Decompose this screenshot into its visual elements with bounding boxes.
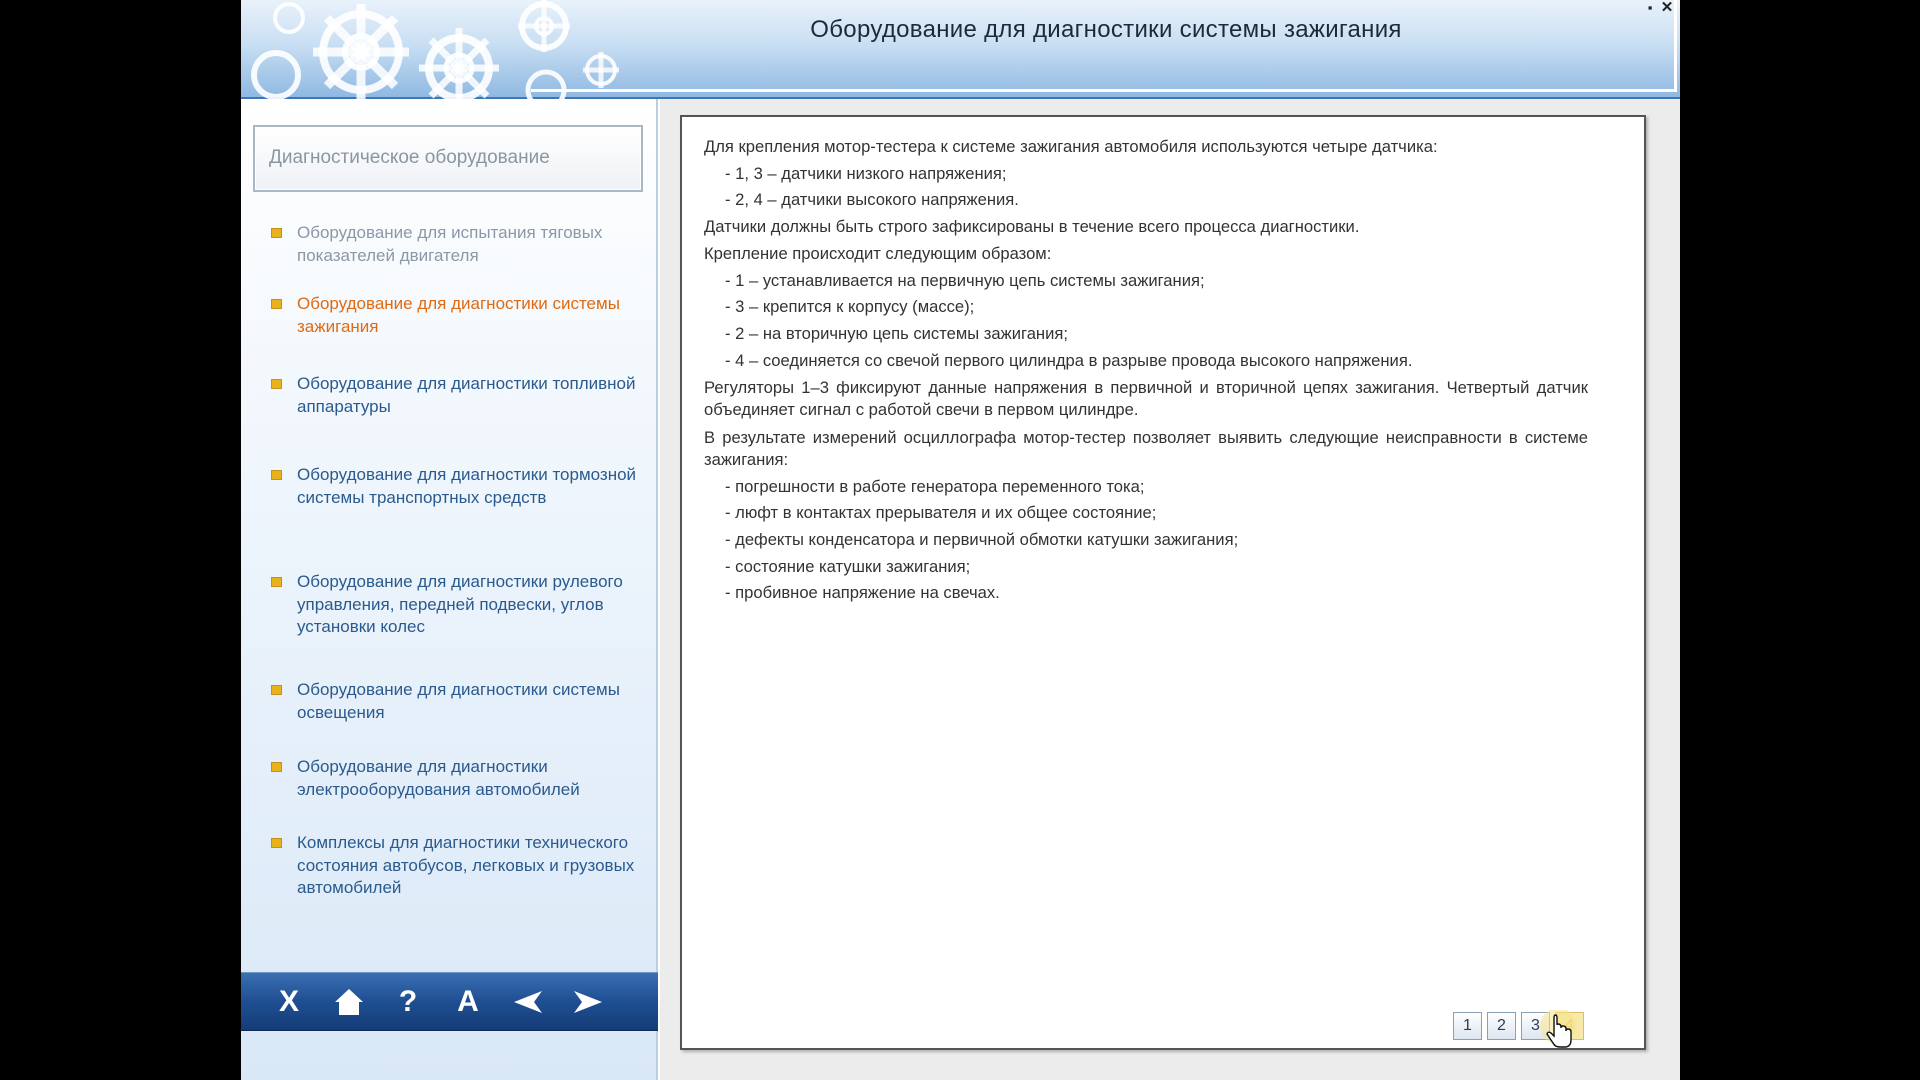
- sidebar: Диагностическое оборудование Оборудовани…: [241, 99, 658, 1080]
- home-icon: [335, 989, 363, 1015]
- app-window: Оборудование для диагностики системы заж…: [241, 0, 1680, 1080]
- bullet-icon: [271, 379, 282, 389]
- sidebar-section-title: Диагностическое оборудование: [253, 125, 643, 192]
- content-area: Для крепления мотор-тестера к системе за…: [660, 99, 1680, 1080]
- help-button[interactable]: ?: [386, 981, 430, 1023]
- text-line: - дефекты конденсатора и первичной обмот…: [725, 529, 1239, 549]
- text-line: - погрешности в работе генератора переме…: [725, 476, 1145, 496]
- text-line: Датчики должны быть строго зафиксированы…: [704, 217, 1360, 237]
- sidebar-item-label: Оборудование для испытания тяговых показ…: [297, 223, 603, 265]
- bullet-icon: [271, 762, 282, 772]
- header-bar: Оборудование для диагностики системы заж…: [241, 0, 1680, 99]
- font-button[interactable]: A: [446, 981, 490, 1023]
- content-page: Для крепления мотор-тестера к системе за…: [680, 115, 1646, 1050]
- navigation-toolbar: X ? A: [241, 972, 658, 1031]
- sidebar-item-label: Оборудование для диагностики топливной а…: [297, 374, 636, 416]
- text-paragraph: Регуляторы 1–3 фиксируют данные напряжен…: [704, 378, 1588, 420]
- home-button[interactable]: [327, 981, 371, 1023]
- exit-icon: X: [278, 985, 299, 1018]
- text-line: - 1 – устанавливается на первичную цепь …: [725, 270, 1205, 290]
- back-button[interactable]: [506, 981, 550, 1023]
- bullet-icon: [271, 838, 282, 848]
- sidebar-section-label: Диагностическое оборудование: [269, 147, 550, 168]
- page-title: Оборудование для диагностики системы заж…: [810, 16, 1402, 43]
- text-line: - люфт в контактах прерывателя и их обще…: [725, 503, 1157, 523]
- hand-cursor-icon: [1540, 1010, 1576, 1048]
- text-line: - 2 – на вторичную цепь системы зажигани…: [725, 323, 1068, 343]
- close-button[interactable]: ✕: [1660, 0, 1674, 15]
- minimize-button[interactable]: ▪: [1643, 1, 1657, 15]
- sidebar-item-label: Оборудование для диагностики системы заж…: [297, 294, 620, 336]
- bullet-icon: [271, 577, 282, 587]
- sidebar-item-label: Оборудование для диагностики рулевого уп…: [297, 572, 623, 636]
- arrow-left-icon: [514, 991, 542, 1013]
- help-icon: ?: [398, 985, 418, 1018]
- sidebar-item-label: Оборудование для диагностики электрообор…: [297, 757, 580, 799]
- bullet-icon: [271, 228, 282, 238]
- content-text: Для крепления мотор-тестера к системе за…: [704, 134, 1588, 607]
- page-button-2[interactable]: 2: [1487, 1012, 1516, 1040]
- page-button-1[interactable]: 1: [1453, 1012, 1482, 1040]
- bullet-icon: [271, 470, 282, 480]
- text-line: Для крепления мотор-тестера к системе за…: [704, 137, 1438, 156]
- text-line: - 3 – крепится к корпусу (массе);: [725, 297, 975, 317]
- text-line: Крепление происходит следующим образом:: [704, 243, 1052, 263]
- text-line: - 4 – соединяется со свечой первого цили…: [725, 350, 1413, 370]
- bullet-icon: [271, 299, 282, 309]
- text-line: - пробивное напряжение на свечах.: [725, 583, 1000, 603]
- header-frame: [531, 0, 1677, 92]
- sidebar-item-label: Оборудование для диагностики системы осв…: [297, 680, 620, 722]
- arrow-right-icon: [574, 991, 602, 1013]
- sidebar-item-label: Комплексы для диагностики технического с…: [297, 833, 635, 897]
- text-line: - состояние катушки зажигания;: [725, 556, 971, 576]
- bullet-icon: [271, 685, 282, 695]
- text-line: - 2, 4 – датчики высокого напряжения.: [725, 190, 1019, 210]
- sidebar-item-label: Оборудование для диагностики тормозной с…: [297, 465, 637, 507]
- text-paragraph: В результате измерений осциллографа мото…: [704, 427, 1588, 469]
- forward-button[interactable]: [566, 981, 610, 1023]
- font-icon: A: [457, 985, 479, 1018]
- text-line: - 1, 3 – датчики низкого напряжения;: [725, 163, 1007, 183]
- exit-button[interactable]: X: [267, 981, 311, 1023]
